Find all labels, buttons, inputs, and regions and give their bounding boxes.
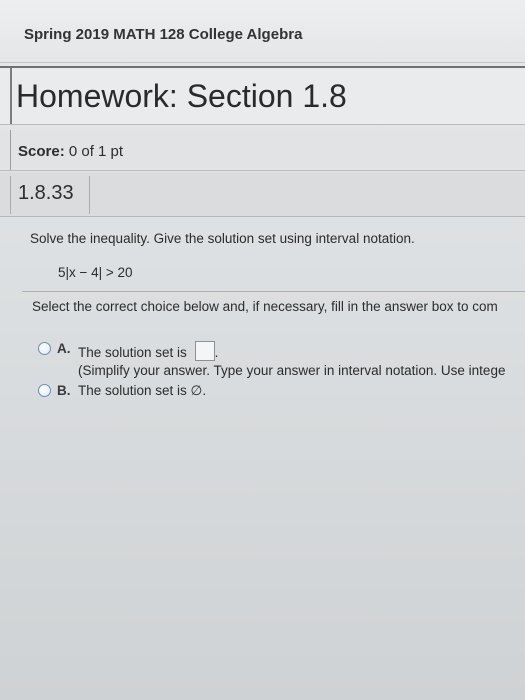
choice-b-text: The solution set is ∅.: [78, 383, 207, 398]
choice-a-label: The solution set is: [78, 345, 187, 360]
page: Spring 2019 MATH 128 College Algebra Hom…: [0, 0, 525, 700]
choice-a-letter: A.: [57, 341, 71, 356]
course-title: Spring 2019 MATH 128 College Algebra: [24, 26, 303, 43]
choice-a-hint: (Simplify your answer. Type your answer …: [78, 363, 506, 378]
homework-header: Homework: Section 1.8: [0, 66, 525, 125]
question-panel: Solve the inequality. Give the solution …: [0, 217, 525, 700]
score-row: Score: 0 of 1 pt: [0, 130, 525, 171]
question-equation: 5|x − 4| > 20: [58, 265, 133, 280]
choice-b-letter: B.: [57, 383, 71, 398]
homework-title: Homework: Section 1.8: [16, 78, 347, 114]
score-rule: [10, 130, 11, 170]
score-label: Score:: [18, 143, 65, 160]
question-prompt: Solve the inequality. Give the solution …: [30, 231, 415, 246]
question-number: 1.8.33: [18, 182, 74, 204]
choice-a-radio[interactable]: [38, 342, 51, 355]
score-display: Score: 0 of 1 pt: [18, 143, 123, 160]
question-instruction: Select the correct choice below and, if …: [32, 299, 498, 314]
question-divider: [22, 291, 525, 292]
choice-a-period: .: [214, 345, 219, 360]
choice-b-radio[interactable]: [38, 384, 51, 397]
score-value: 0 of 1 pt: [68, 143, 124, 160]
header-rule: [10, 68, 12, 124]
choice-a-text: The solution set is .: [78, 341, 218, 361]
answer-input-box[interactable]: [194, 341, 215, 361]
question-number-row: 1.8.33: [0, 172, 525, 217]
course-header: Spring 2019 MATH 128 College Algebra: [0, 0, 525, 63]
